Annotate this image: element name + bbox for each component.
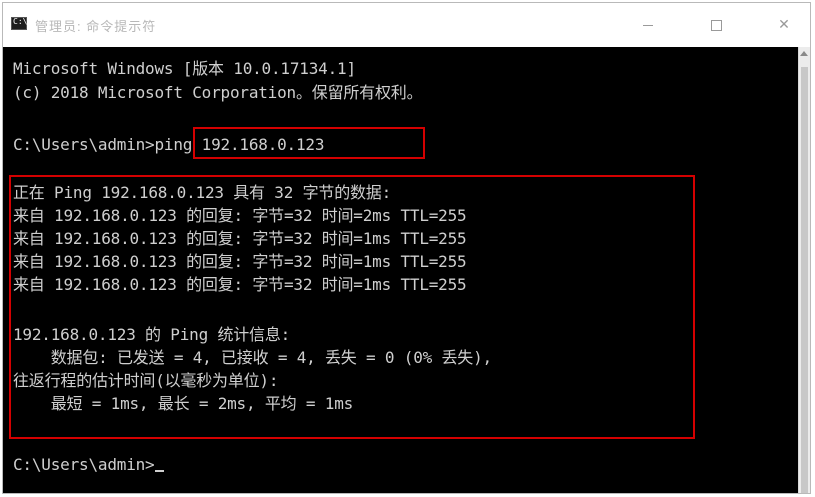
window-title: 管理员: 命令提示符 (35, 19, 157, 34)
command-highlight-box (193, 127, 425, 159)
prompt: C:\Users\admin> (13, 455, 155, 474)
maximize-icon (710, 19, 722, 31)
command-prompt-window: 管理员: 命令提示符 ✕ Microsoft Windows [版本 10.0.… (2, 2, 811, 494)
vertical-scrollbar[interactable] (798, 47, 810, 493)
output-highlight-box (9, 175, 695, 439)
close-icon: ✕ (778, 17, 790, 33)
scroll-up-arrow-icon[interactable] (800, 51, 808, 56)
console-header-line: Microsoft Windows [版本 10.0.17134.1] (13, 59, 356, 78)
final-prompt-line: C:\Users\admin> (13, 455, 164, 475)
scroll-thumb[interactable] (801, 67, 808, 493)
title-bar[interactable]: 管理员: 命令提示符 ✕ (3, 3, 810, 48)
console-output[interactable]: Microsoft Windows [版本 10.0.17134.1] (c) … (3, 47, 801, 493)
cmd-icon (11, 17, 27, 30)
text-cursor (154, 470, 164, 472)
close-button[interactable]: ✕ (761, 3, 807, 47)
maximize-button[interactable] (693, 3, 739, 47)
prompt: C:\Users\admin> (13, 135, 155, 154)
minimize-button[interactable] (625, 3, 671, 47)
console-header-line: (c) 2018 Microsoft Corporation。保留所有权利。 (13, 83, 423, 102)
minimize-icon (643, 24, 653, 26)
